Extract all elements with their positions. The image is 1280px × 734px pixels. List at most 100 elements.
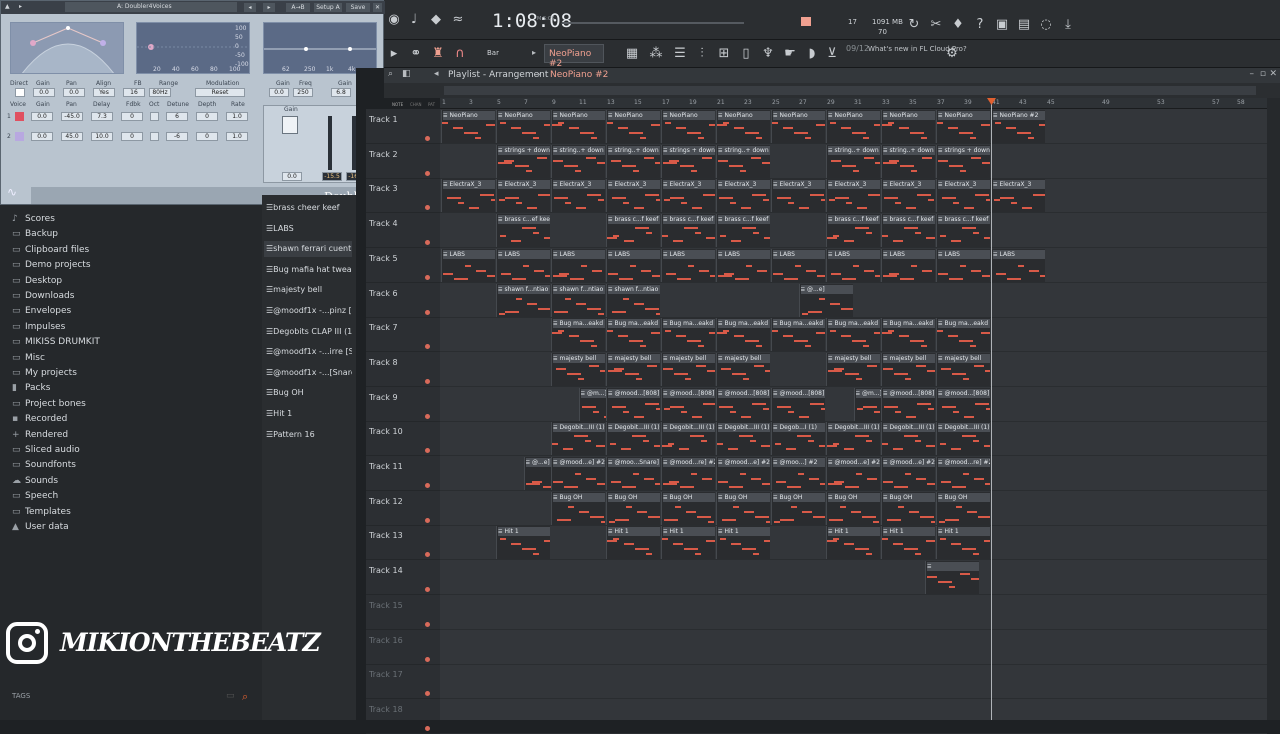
pattern-clip[interactable]: @mood...e] #2: [716, 457, 770, 490]
browser-item[interactable]: ☁ Sounds: [12, 476, 58, 486]
track-header[interactable]: Track 11: [366, 456, 440, 491]
scissors-icon[interactable]: ✂: [928, 17, 944, 33]
pattern-clip[interactable]: @mood...re] #2: [936, 457, 990, 490]
voice-param-value[interactable]: 0: [121, 132, 143, 141]
pattern-clip[interactable]: Bug ma...eakd: [936, 318, 990, 352]
pattern-clip[interactable]: [925, 561, 979, 595]
refresh-icon[interactable]: ↻: [906, 17, 922, 33]
track-header[interactable]: Track 6: [366, 283, 440, 318]
track-header[interactable]: Track 18: [366, 699, 440, 734]
pattern-clip[interactable]: @mood...e] #2: [551, 457, 605, 490]
export-icon[interactable]: ▤: [1016, 17, 1032, 33]
eq-graph[interactable]: [263, 22, 377, 74]
pattern-clip[interactable]: majesty bell: [826, 352, 880, 386]
track-header[interactable]: Track 15: [366, 595, 440, 630]
eq-value[interactable]: 250: [293, 88, 313, 97]
gain-value[interactable]: 0.0: [282, 172, 302, 181]
browser-icon[interactable]: ▯: [738, 46, 754, 62]
pattern-clip[interactable]: Bug ma...eakd: [551, 318, 605, 352]
pattern-clip[interactable]: LABS: [496, 248, 550, 282]
pattern-clip[interactable]: majesty bell: [881, 352, 935, 386]
next-preset-button[interactable]: ▸: [263, 3, 275, 12]
browser-item[interactable]: ▭ Impulses: [12, 322, 65, 332]
grid-icon[interactable]: ▦: [624, 46, 640, 62]
browser-item[interactable]: ▲ User data: [12, 522, 69, 532]
pattern-clip[interactable]: Degobit...III (1): [661, 422, 715, 456]
pattern-clip[interactable]: LABS: [881, 248, 935, 282]
pattern-clip[interactable]: LABS: [551, 248, 605, 282]
pattern-clip[interactable]: Degobit...III (1): [606, 422, 660, 456]
pattern-clip[interactable]: brass c...f keef: [881, 214, 935, 248]
voice-param-value[interactable]: -45.0: [61, 112, 83, 121]
pattern-clip[interactable]: @mood...[808]: [606, 387, 660, 421]
browser-item[interactable]: ▭ Soundfonts: [12, 460, 76, 470]
pattern-item[interactable]: ☰@moodf1x -...irre [Snare]: [264, 344, 352, 360]
track-mute-led[interactable]: [425, 656, 430, 662]
browser-item[interactable]: ▭ Project bones: [12, 399, 86, 409]
pattern-item[interactable]: ☰Degobits CLAP III (1): [264, 324, 352, 340]
ab-button[interactable]: A→B: [286, 3, 310, 12]
track-mute-led[interactable]: [425, 483, 430, 488]
browser-item[interactable]: ▭ Misc: [12, 353, 45, 363]
browser-item[interactable]: ♪ Scores: [12, 214, 55, 224]
pattern-clip[interactable]: Degobit...III (1): [826, 422, 880, 456]
track-mute-led[interactable]: [425, 517, 430, 523]
pattern-clip[interactable]: Bug ma...eakd: [606, 318, 660, 352]
octave-toggle[interactable]: [150, 132, 159, 141]
pattern-clip[interactable]: @mood...e] #2: [881, 457, 935, 490]
track-header[interactable]: Track 16: [366, 630, 440, 665]
octave-toggle[interactable]: [150, 112, 159, 121]
track-mute-led[interactable]: [425, 240, 430, 246]
pattern-clip[interactable]: @mood...e] #2: [826, 457, 880, 490]
chat-icon[interactable]: ◌: [1038, 17, 1054, 33]
pattern-clip[interactable]: string..+ down: [551, 144, 605, 178]
pattern-clip[interactable]: Bug OH: [551, 491, 605, 525]
track-mute-led[interactable]: [425, 587, 430, 593]
pattern-item[interactable]: ☰majesty bell: [264, 282, 352, 298]
pattern-clip[interactable]: Degobit...III (1): [716, 422, 770, 456]
play-arrow-icon[interactable]: ▸: [386, 46, 402, 62]
cart-icon[interactable]: ⊻: [824, 46, 840, 62]
magnet-icon[interactable]: ∩: [452, 46, 468, 62]
pattern-clip[interactable]: LABS: [606, 248, 660, 282]
pattern-clip[interactable]: @mood...[808]: [661, 387, 715, 421]
voice-param-value[interactable]: 6: [166, 112, 188, 121]
pattern-clip[interactable]: strings + down: [496, 144, 550, 178]
channel-icon[interactable]: ⊞: [716, 46, 732, 62]
voice-param-value[interactable]: 7.3: [91, 112, 113, 121]
pattern-clip[interactable]: Bug OH: [771, 491, 825, 525]
pattern-clip[interactable]: majesty bell: [661, 352, 715, 386]
voice-param-value[interactable]: 1.0: [226, 112, 248, 121]
close-plugin-button[interactable]: ✕: [373, 3, 382, 12]
mixer-icon[interactable]: ⫶: [694, 46, 710, 62]
track-mute-led[interactable]: [425, 136, 430, 141]
pattern-item[interactable]: ☰Pattern 16: [264, 427, 352, 443]
voice-param-value[interactable]: 0.0: [31, 132, 53, 141]
pattern-clip[interactable]: NeoPiano: [881, 110, 935, 143]
track-mute-led[interactable]: [425, 413, 430, 419]
pattern-clip[interactable]: @moo...Snare]: [606, 457, 660, 490]
track-header[interactable]: Track 7: [366, 317, 440, 353]
param-value[interactable]: 80Hz: [149, 88, 171, 97]
track-lane[interactable]: [440, 699, 1267, 734]
voice-dome-display[interactable]: [10, 22, 124, 74]
track-mute-led[interactable]: [425, 309, 430, 315]
pattern-clip[interactable]: string..+ down: [606, 144, 660, 178]
pattern-clip[interactable]: shawn f...ntiao: [551, 283, 605, 317]
pattern-clip[interactable]: shawn f...ntiao: [496, 283, 550, 317]
pattern-clip[interactable]: Hit 1: [661, 526, 715, 560]
pattern-clip[interactable]: Bug OH: [881, 491, 935, 525]
pattern-clip[interactable]: LABS: [936, 248, 990, 282]
pattern-clip[interactable]: Hit 1: [936, 526, 990, 560]
browser-item[interactable]: ▭ Demo projects: [12, 260, 91, 270]
param-value[interactable]: Yes: [93, 88, 115, 97]
pattern-clip[interactable]: string..+ down: [881, 144, 935, 178]
pattern-clip[interactable]: LABS: [771, 248, 825, 282]
pattern-clip[interactable]: brass c...f keef: [936, 214, 990, 248]
plugin-arrow-icon[interactable]: ▸: [19, 3, 22, 10]
download-icon[interactable]: ⤓: [1060, 17, 1076, 33]
track-mute-led[interactable]: [425, 448, 430, 454]
pattern-clip[interactable]: ElectraX_3: [936, 179, 990, 213]
microphone-icon[interactable]: ♦: [950, 17, 966, 33]
browser-item[interactable]: ▭ Envelopes: [12, 306, 71, 316]
